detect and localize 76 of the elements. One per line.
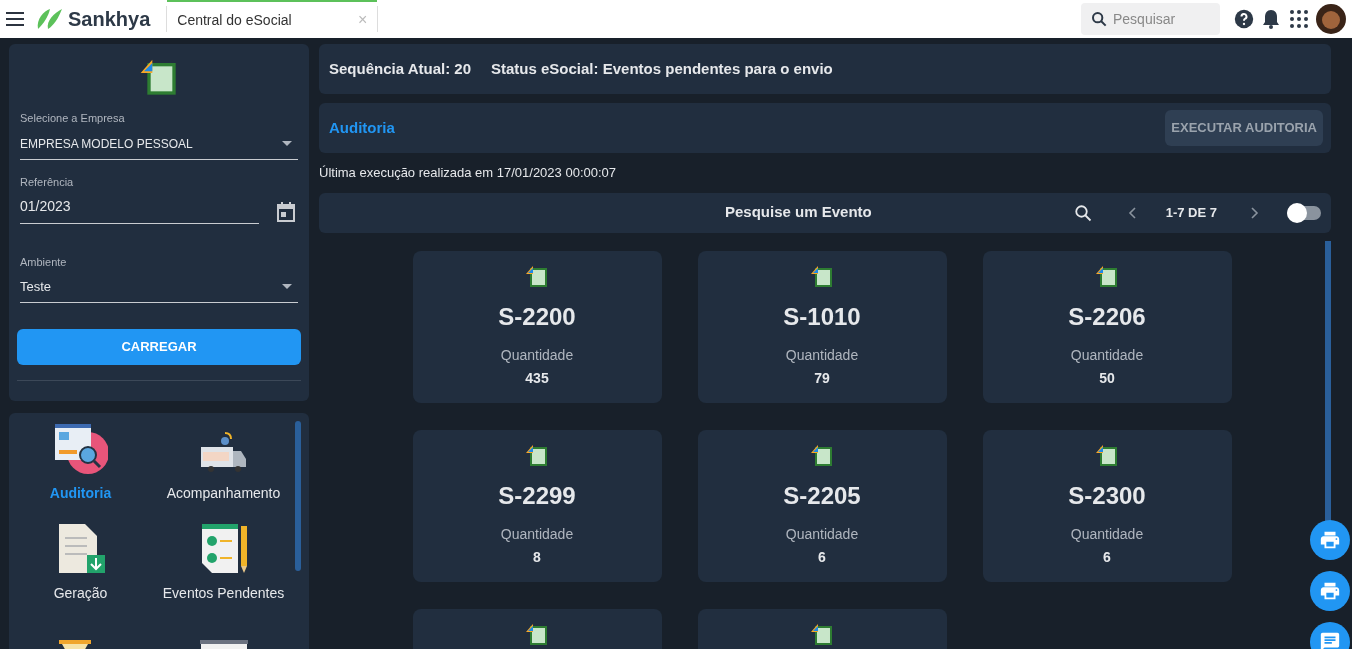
floating-action-button[interactable] [1310, 571, 1350, 611]
sequence-label: Sequência Atual: 20 [329, 58, 471, 79]
quantity-value: 6 [818, 547, 826, 567]
document-icon [525, 622, 549, 647]
event-code: S-1010 [783, 304, 861, 329]
last-run-text: Última execução realizada em 17/01/2023 00:00:07 [319, 164, 618, 182]
dropdown-caret-icon [282, 141, 292, 146]
event-code: S-2205 [783, 483, 861, 508]
menu-icon[interactable] [6, 12, 24, 26]
bell-icon[interactable] [1262, 9, 1280, 29]
search-field[interactable]: Pesquisar [1081, 3, 1220, 35]
quantity-value: 6 [1103, 547, 1111, 567]
apps-grid-icon[interactable] [1290, 10, 1308, 28]
scrollbar[interactable] [295, 421, 301, 571]
quantity-value: 8 [533, 547, 541, 567]
document-icon [525, 443, 549, 468]
event-card[interactable]: S-2300 Quantidade 6 [982, 429, 1232, 582]
printer-icon [1319, 529, 1341, 551]
avatar[interactable] [1316, 4, 1346, 34]
printer-icon [1319, 580, 1341, 602]
event-card[interactable]: S-2205 Quantidade 6 [697, 429, 947, 582]
quantity-label: Quantidade [1070, 345, 1144, 365]
calendar-icon[interactable] [277, 202, 295, 222]
event-code: S-2299 [498, 483, 576, 508]
toggle-switch[interactable] [1287, 205, 1321, 220]
magnifier-document-icon [53, 423, 108, 475]
status-label: Status eSocial: Eventos pendentes para o envio [491, 58, 833, 79]
quantity-label: Quantidade [1070, 524, 1144, 544]
run-audit-button[interactable]: EXECUTAR AUDITORIA [1165, 110, 1323, 146]
menu-item[interactable]: Geração [9, 521, 152, 609]
menu-item[interactable]: Auditoria [9, 421, 152, 509]
event-code: S-2200 [498, 304, 576, 329]
leaf-logo-icon [36, 7, 64, 31]
page-range: 1-7 DE 7 [1165, 203, 1217, 222]
company-select[interactable]: Selecione a Empresa EMPRESA MODELO PESSOAL [20, 110, 298, 160]
search-input[interactable]: Pesquisar [1113, 8, 1203, 30]
page-tab[interactable]: Central do eSocial × [167, 0, 378, 38]
search-icon[interactable] [1073, 203, 1092, 222]
quantity-value: 79 [814, 368, 830, 388]
previous-page-icon[interactable] [1127, 206, 1136, 219]
document-icon [810, 443, 834, 468]
environment-select[interactable]: Ambiente Teste [20, 254, 298, 303]
quantity-value: 50 [1099, 368, 1115, 388]
event-card[interactable]: S-1010 Quantidade 79 [697, 250, 947, 403]
event-card[interactable]: S-2299 Quantidade 8 [412, 429, 662, 582]
menu-item[interactable]: Eventos Pendentes [152, 521, 295, 609]
scrollbar[interactable] [1325, 240, 1331, 523]
quantity-label: Quantidade [785, 524, 859, 544]
brand-name: Sankhya [68, 7, 151, 32]
quantity-label: Quantidade [785, 345, 859, 365]
dropdown-caret-icon [282, 283, 292, 289]
event-card[interactable]: S-2200 Quantidade 435 [412, 250, 662, 403]
document-icon [1095, 443, 1119, 468]
event-card[interactable]: S-2206 Quantidade 50 [982, 250, 1232, 403]
reference-field[interactable]: Referência 01/2023 [20, 173, 259, 224]
document-icon [1095, 264, 1119, 289]
event-code: S-2206 [1068, 304, 1146, 329]
news-van-icon [198, 429, 249, 475]
quantity-value: 435 [525, 368, 549, 388]
menu-item[interactable]: Acompanhamento [152, 421, 295, 509]
event-code: S-2300 [1068, 483, 1146, 508]
document-icon [525, 264, 549, 289]
chat-icon [1319, 631, 1341, 649]
document-icon [139, 58, 179, 98]
document-icon [810, 264, 834, 289]
next-page-icon[interactable] [1251, 206, 1259, 219]
audit-title: Auditoria [329, 117, 395, 138]
quantity-label: Quantidade [500, 345, 574, 365]
quantity-label: Quantidade [500, 524, 574, 544]
help-icon[interactable] [1234, 9, 1254, 29]
document-icon [810, 622, 834, 647]
checklist-icon [199, 523, 248, 575]
events-search-label: Pesquise um Evento [725, 202, 872, 223]
floating-action-button[interactable] [1310, 520, 1350, 560]
search-icon [1091, 11, 1107, 27]
document-download-icon [56, 523, 105, 575]
